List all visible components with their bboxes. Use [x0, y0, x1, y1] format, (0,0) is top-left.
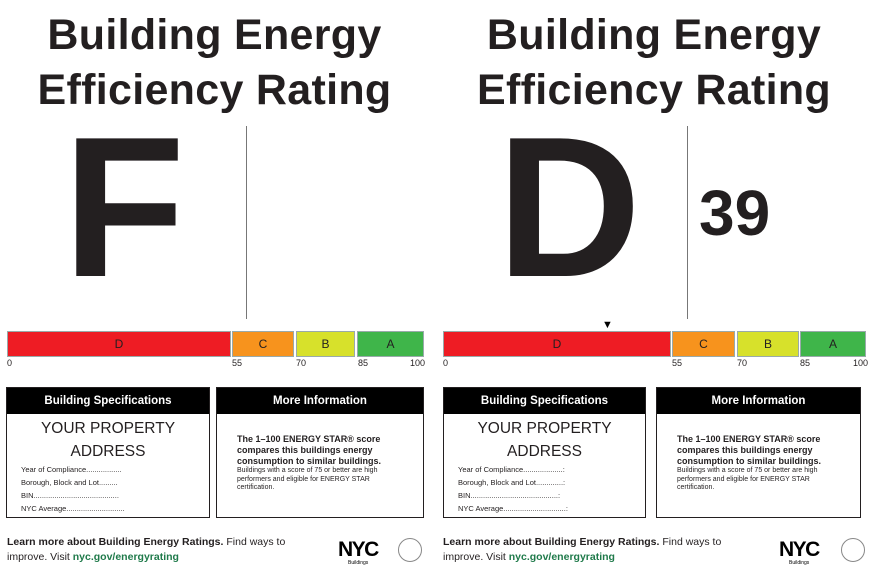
specs-header: Building Specifications — [444, 388, 645, 414]
spec-row-bbl: Borough, Block and Lot......... — [21, 478, 118, 487]
scale-tick-55: 55 — [232, 358, 243, 368]
info-small-text: Buildings with a score of 75 or better a… — [237, 467, 378, 491]
city-seal-icon — [398, 538, 422, 562]
energyrating-link[interactable]: nyc.gov/energyrating — [509, 551, 615, 563]
footer-text: Learn more about Building Energy Ratings… — [443, 535, 743, 564]
energyrating-link[interactable]: nyc.gov/energyrating — [73, 551, 179, 563]
scale-tick-70: 70 — [737, 358, 748, 368]
scale-tick-70: 70 — [296, 358, 307, 368]
energy-star-score: 39 — [699, 177, 771, 249]
scale-tick-100: 100 — [853, 358, 869, 368]
scale-segment-a: A — [357, 331, 424, 357]
info-header: More Information — [657, 388, 860, 414]
city-seal-icon — [841, 538, 865, 562]
scale-tick-0: 0 — [443, 358, 449, 368]
rating-card-right: Building Energy Efficiency Rating D 39 ▼… — [437, 0, 875, 575]
address-line2: ADDRESS — [507, 443, 582, 460]
info-body: The 1–100 ENERGY STAR® score compares th… — [657, 414, 860, 493]
info-box: More Information The 1–100 ENERGY STAR® … — [216, 387, 424, 518]
address-line1: YOUR PROPERTY — [40, 420, 176, 437]
scale-tick-85: 85 — [358, 358, 369, 368]
spec-row-bin: BIN.....................................… — [21, 491, 119, 500]
info-bold-text: The 1–100 ENERGY STAR® score compares th… — [237, 434, 382, 466]
scale-segment-b: B — [737, 331, 799, 357]
info-body: The 1–100 ENERGY STAR® score compares th… — [217, 414, 423, 493]
info-header: More Information — [217, 388, 423, 414]
spec-row-bbl: Borough, Block and Lot.............: — [458, 478, 566, 487]
scale-tick-55: 55 — [672, 358, 683, 368]
footer-bold: Learn more about Building Energy Ratings… — [443, 536, 660, 548]
nyc-buildings-logo: NYC Buildings — [779, 538, 825, 568]
spec-row-year: Year of Compliance...................: — [458, 465, 565, 474]
divider-line — [687, 126, 688, 319]
spec-row-average: NYC Average.............................… — [458, 504, 568, 513]
scale-tick-85: 85 — [800, 358, 811, 368]
specs-box: Building Specifications YOUR PROPERTY AD… — [6, 387, 210, 518]
nyc-logo-text: NYC — [779, 538, 820, 561]
scale-segment-c: C — [672, 331, 735, 357]
scale-segment-b: B — [296, 331, 355, 357]
footer-bold: Learn more about Building Energy Ratings… — [7, 536, 224, 548]
specs-box: Building Specifications YOUR PROPERTY AD… — [443, 387, 646, 518]
info-bold-text: The 1–100 ENERGY STAR® score compares th… — [677, 434, 822, 466]
info-small-text: Buildings with a score of 75 or better a… — [677, 467, 818, 491]
property-address: YOUR PROPERTY ADDRESS — [7, 417, 209, 463]
address-line1: YOUR PROPERTY — [477, 420, 612, 437]
nyc-buildings-logo: NYC Buildings — [338, 538, 384, 568]
scale-segment-c: C — [232, 331, 294, 357]
card-title-line1: Building Energy — [47, 11, 382, 59]
address-line2: ADDRESS — [70, 443, 146, 460]
grade-letter: F — [62, 96, 186, 319]
divider-line — [246, 126, 247, 319]
score-marker-icon: ▼ — [602, 319, 613, 331]
spec-row-average: NYC Average............................ — [21, 504, 125, 513]
grade-letter: D — [496, 96, 642, 319]
spec-row-bin: BIN.....................................… — [458, 491, 561, 500]
card-title-line1: Building Energy — [486, 11, 822, 59]
scale-segment-a: A — [800, 331, 866, 357]
nyc-logo-text: NYC — [338, 538, 379, 561]
scale-segment-d: D — [7, 331, 231, 357]
property-address: YOUR PROPERTY ADDRESS — [444, 417, 645, 463]
scale-segment-d: D — [443, 331, 671, 357]
info-box: More Information The 1–100 ENERGY STAR® … — [656, 387, 861, 518]
scale-tick-100: 100 — [410, 358, 426, 368]
specs-header: Building Specifications — [7, 388, 209, 414]
spec-row-year: Year of Compliance................. — [21, 465, 122, 474]
scale-tick-0: 0 — [7, 358, 13, 368]
footer-text: Learn more about Building Energy Ratings… — [7, 535, 307, 564]
rating-card-left: Building Energy Efficiency Rating F D C … — [0, 0, 437, 575]
